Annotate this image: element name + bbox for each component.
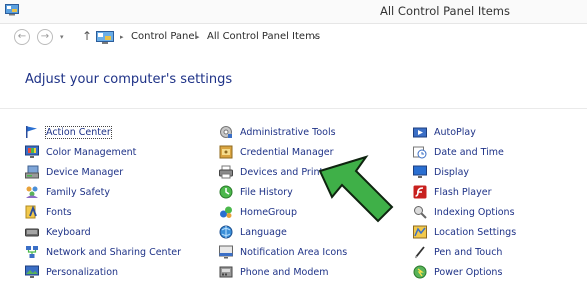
item-indexing-options[interactable]: Indexing Options	[413, 204, 515, 220]
item-label: Language	[240, 226, 287, 238]
family-safety-icon	[26, 186, 38, 198]
item-label: Administrative Tools	[240, 126, 336, 138]
breadcrumb-separator[interactable]: ▸	[313, 33, 317, 41]
item-flash-player[interactable]: Flash Player	[413, 184, 491, 200]
breadcrumb-control-panel[interactable]: Control Panel	[131, 31, 197, 42]
item-color-management[interactable]: Color Management	[25, 144, 136, 160]
item-date-time[interactable]: Date and Time	[413, 144, 504, 160]
item-label: Device Manager	[46, 166, 124, 178]
personalization-icon	[25, 265, 39, 278]
item-notification-area-icons[interactable]: Notification Area Icons	[219, 244, 347, 260]
up-button[interactable]: ↑	[82, 29, 92, 43]
item-label: Notification Area Icons	[240, 246, 348, 258]
item-language[interactable]: Language	[219, 224, 287, 240]
item-pen-touch[interactable]: Pen and Touch	[413, 244, 502, 260]
page-heading: Adjust your computer's settings	[25, 72, 233, 87]
breadcrumb-separator[interactable]: ▸	[120, 33, 124, 41]
item-action-center[interactable]: Action Center	[25, 124, 112, 140]
control-panel-address-icon	[96, 31, 114, 44]
forward-button[interactable]: →	[37, 29, 53, 45]
printer-icon	[219, 165, 233, 179]
back-button[interactable]: ←	[14, 29, 30, 45]
item-phone-modem[interactable]: Phone and Modem	[219, 264, 328, 280]
title-bar[interactable]: All Control Panel Items	[0, 0, 587, 24]
item-keyboard[interactable]: Keyboard	[25, 224, 91, 240]
item-label: Phone and Modem	[240, 266, 329, 278]
item-device-manager[interactable]: Device Manager	[25, 164, 123, 180]
indexing-icon	[414, 206, 427, 219]
item-label: Pen and Touch	[434, 246, 503, 258]
item-homegroup[interactable]: HomeGroup	[219, 204, 297, 220]
device-manager-icon	[25, 165, 39, 179]
item-autoplay[interactable]: AutoPlay	[413, 124, 476, 140]
item-network-sharing[interactable]: Network and Sharing Center	[25, 244, 181, 260]
phone-modem-icon	[219, 266, 233, 278]
network-icon	[26, 246, 38, 258]
item-label: AutoPlay	[434, 126, 476, 138]
monitor-color-icon	[25, 145, 39, 158]
item-label: Personalization	[46, 266, 119, 278]
power-icon	[413, 265, 427, 279]
item-label: Indexing Options	[434, 206, 515, 218]
breadcrumb-separator[interactable]: ▸	[196, 33, 200, 41]
item-label: Flash Player	[434, 186, 492, 198]
display-icon	[413, 165, 427, 178]
autoplay-icon	[413, 127, 427, 138]
fonts-icon	[25, 205, 37, 219]
flag-icon	[26, 126, 37, 138]
recent-locations-dropdown[interactable]: ▾	[60, 33, 64, 41]
pointer-arrow-icon	[318, 155, 394, 223]
notification-icon	[219, 245, 233, 259]
divider	[0, 108, 587, 109]
flash-icon	[413, 185, 427, 199]
clock-icon	[413, 146, 427, 159]
item-label: Date and Time	[434, 146, 504, 158]
item-label: Power Options	[434, 266, 503, 278]
item-power-options[interactable]: Power Options	[413, 264, 502, 280]
item-location-settings[interactable]: Location Settings	[413, 224, 516, 240]
item-label: Display	[434, 166, 470, 178]
language-icon	[219, 225, 233, 239]
item-credential-manager[interactable]: Credential Manager	[219, 144, 334, 160]
admin-tools-icon	[220, 126, 232, 138]
item-label: Family Safety	[46, 186, 110, 198]
item-label: Keyboard	[46, 226, 91, 238]
item-label: Action Center	[45, 125, 112, 139]
credential-icon	[219, 145, 233, 159]
item-family-safety[interactable]: Family Safety	[25, 184, 110, 200]
keyboard-icon	[25, 228, 39, 237]
window-title: All Control Panel Items	[380, 4, 510, 18]
location-icon	[413, 225, 427, 239]
breadcrumb-all-items[interactable]: All Control Panel Items	[207, 31, 320, 42]
item-label: File History	[240, 186, 293, 198]
control-panel-window: All Control Panel Items ← → ▾ ↑ ▸ Contro…	[0, 0, 587, 289]
item-fonts[interactable]: Fonts	[25, 204, 72, 220]
pen-icon	[414, 246, 425, 259]
address-toolbar: ← → ▾ ↑ ▸ Control Panel ▸ All Control Pa…	[0, 24, 587, 52]
item-display[interactable]: Display	[413, 164, 469, 180]
item-administrative-tools[interactable]: Administrative Tools	[219, 124, 336, 140]
item-label: Network and Sharing Center	[46, 246, 182, 258]
item-label: Fonts	[46, 206, 72, 218]
item-label: Location Settings	[434, 226, 517, 238]
item-label: HomeGroup	[240, 206, 297, 218]
file-history-icon	[219, 185, 233, 199]
item-personalization[interactable]: Personalization	[25, 264, 118, 280]
homegroup-icon	[220, 206, 232, 218]
item-file-history[interactable]: File History	[219, 184, 293, 200]
item-label: Color Management	[46, 146, 137, 158]
